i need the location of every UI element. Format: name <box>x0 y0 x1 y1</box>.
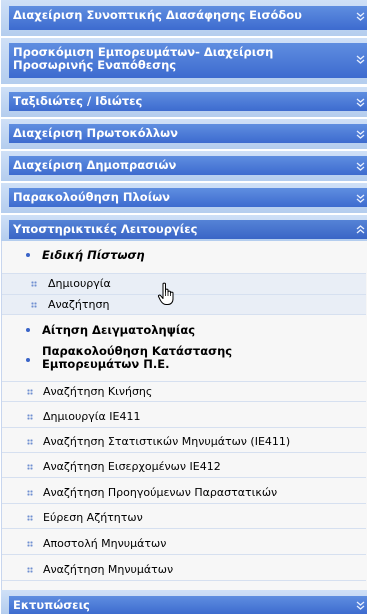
bullet-icon <box>26 358 30 362</box>
section-title: Υποστηρικτικές Λειτουργίες <box>13 222 198 236</box>
list-item-send-messages[interactable]: Αποστολή Μηνυμάτων <box>2 534 366 555</box>
list-item-statistical-messages-search[interactable]: Αναζήτηση Στατιστικών Μηνυμάτων (IE411) <box>2 432 366 453</box>
list-item-create-ie411[interactable]: Δημιουργία IE411 <box>2 407 366 428</box>
navigation-menu: Διαχείριση Συνοπτικής Διασάφησης Εισόδου… <box>0 0 367 614</box>
section-header-printouts[interactable]: Εκτυπώσεις <box>1 590 367 614</box>
chevron-double-down-icon <box>356 55 365 64</box>
section-title: Διαχείριση Συνοπτικής Διασάφησης Εισόδου <box>13 8 302 22</box>
chevron-double-up-icon <box>356 225 365 234</box>
square-bullet-icon <box>27 541 33 547</box>
section-bar: Εκτυπώσεις <box>9 596 367 614</box>
square-bullet-icon <box>27 567 33 573</box>
section-bar: Διαχείριση Δημοπρασιών <box>9 156 367 175</box>
square-bullet-icon <box>31 281 37 287</box>
list-item-special-credit[interactable]: Ειδική Πίστωση <box>2 245 366 266</box>
list-item-label: Αίτηση Δειγματοληψίας <box>42 323 196 337</box>
section-bar: Διαχείριση Πρωτοκόλλων <box>9 124 367 143</box>
list-item-label: Αναζήτηση Στατιστικών Μηνυμάτων (IE411) <box>43 435 291 448</box>
section-title: Διαχείριση Πρωτοκόλλων <box>13 126 178 140</box>
square-bullet-icon <box>31 302 37 308</box>
list-item-label: Αναζήτηση Εισερχομένων IE412 <box>43 460 221 473</box>
list-item-label: Αποστολή Μηνυμάτων <box>43 537 167 550</box>
section-bar: Παρακολούθηση Πλοίων <box>9 188 367 207</box>
chevron-double-down-icon <box>356 12 365 21</box>
list-item-goods-status-tracking[interactable]: Παρακολούθηση Κατάστασης Εμπορευμάτων Π.… <box>2 344 366 378</box>
section-bar: Διαχείριση Συνοπτικής Διασάφησης Εισόδου <box>9 6 367 30</box>
section-bar: Προσκόμιση Εμπορευμάτων- Διαχείριση Προσ… <box>9 43 367 78</box>
list-item-movement-search[interactable]: Αναζήτηση Κινήσης <box>2 381 366 402</box>
list-item-label: Εύρεση Αζήτητων <box>43 511 143 524</box>
list-item-label: Αναζήτηση Μηνυμάτων <box>43 563 174 576</box>
chevron-double-down-icon <box>356 162 365 171</box>
square-bullet-icon <box>27 490 33 496</box>
list-item-label: Δημιουργία IE411 <box>43 410 141 423</box>
square-bullet-icon <box>27 439 33 445</box>
section-bar: Ταξιδιώτες / Ιδιώτες <box>9 92 367 111</box>
section-header-goods-presentation[interactable]: Προσκόμιση Εμπορευμάτων- Διαχείριση Προσ… <box>1 38 367 84</box>
sub-item-search[interactable]: Αναζήτηση <box>2 294 366 315</box>
list-item-messages-search[interactable]: Αναζήτηση Μηνυμάτων <box>2 560 366 581</box>
section-title: Παρακολούθηση Πλοίων <box>13 190 171 204</box>
list-item-unclaimed-search[interactable]: Εύρεση Αζήτητων <box>2 508 366 529</box>
support-functions-submenu: Ειδική Πίστωση Δημιουργία Αναζήτηση Αίτη… <box>1 241 367 590</box>
section-title: Εκτυπώσεις <box>13 598 90 612</box>
square-bullet-icon <box>27 414 33 420</box>
section-title: Διαχείριση Δημοπρασιών <box>13 158 177 172</box>
list-item-label: Ειδική Πίστωση <box>42 248 145 262</box>
list-item-incoming-ie412-search[interactable]: Αναζήτηση Εισερχομένων IE412 <box>2 457 366 478</box>
list-item-label: Αναζήτηση Κινήσης <box>43 385 153 398</box>
list-item-label: Παρακολούθηση Κατάστασης Εμπορευμάτων Π.… <box>42 344 233 371</box>
chevron-double-down-icon <box>356 601 365 610</box>
sub-item-create[interactable]: Δημιουργία <box>2 273 366 295</box>
square-bullet-icon <box>27 515 33 521</box>
chevron-double-down-icon <box>356 194 365 203</box>
section-header-ships[interactable]: Παρακολούθηση Πλοίων <box>1 183 367 213</box>
square-bullet-icon <box>27 464 33 470</box>
chevron-double-down-icon <box>356 130 365 139</box>
list-item-label: Αναζήτηση Προηγούμενων Παραστατικών <box>43 486 278 499</box>
list-item-previous-documents-search[interactable]: Αναζήτηση Προηγούμενων Παραστατικών <box>2 483 366 504</box>
section-title: Ταξιδιώτες / Ιδιώτες <box>13 94 143 108</box>
section-header-auctions[interactable]: Διαχείριση Δημοπρασιών <box>1 151 367 181</box>
section-header-support-functions[interactable]: Υποστηρικτικές Λειτουργίες <box>1 215 367 241</box>
section-title: Προσκόμιση Εμπορευμάτων- Διαχείριση Προσ… <box>13 45 274 72</box>
section-bar: Υποστηρικτικές Λειτουργίες <box>9 220 367 239</box>
hand-pointer-icon <box>157 282 174 305</box>
square-bullet-icon <box>27 389 33 395</box>
section-header-entry-summary[interactable]: Διαχείριση Συνοπτικής Διασάφησης Εισόδου <box>1 0 367 36</box>
list-item-label: Δημιουργία <box>48 277 111 290</box>
bullet-icon <box>26 253 30 257</box>
list-item-sampling-request[interactable]: Αίτηση Δειγματοληψίας <box>2 320 366 341</box>
bullet-icon <box>26 328 30 332</box>
list-item-label: Αναζήτηση <box>48 298 110 311</box>
section-header-travellers[interactable]: Ταξιδιώτες / Ιδιώτες <box>1 87 367 117</box>
chevron-double-down-icon <box>356 98 365 107</box>
section-header-protocols[interactable]: Διαχείριση Πρωτοκόλλων <box>1 119 367 149</box>
